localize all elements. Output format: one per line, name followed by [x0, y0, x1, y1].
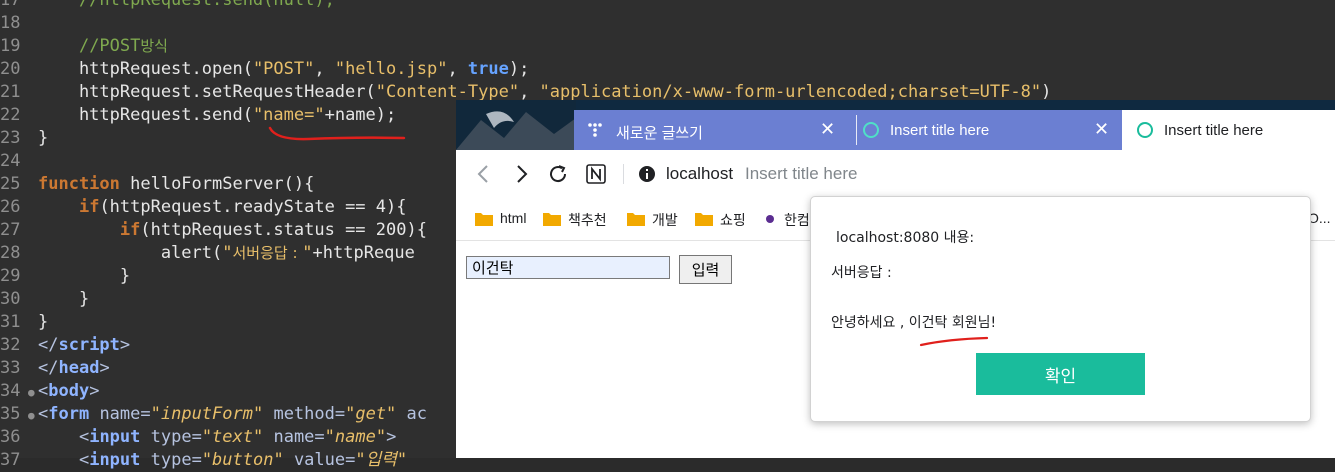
loading-ring-icon	[1137, 122, 1153, 138]
alert-origin: localhost:8080 내용:	[836, 230, 975, 246]
address-host[interactable]: localhost	[666, 164, 733, 184]
code-comment-ko: 방식	[140, 37, 168, 55]
reload-icon[interactable]	[546, 162, 570, 186]
code-comment: //httpRequest.send(null);	[38, 0, 335, 10]
browser-toolbar: localhost Insert title here	[456, 150, 1335, 198]
close-icon[interactable]: ✕	[1094, 119, 1109, 140]
code-line-20: 20 httpRequest.open("POST", "hello.jsp",…	[0, 59, 530, 79]
folder-icon	[695, 213, 713, 226]
alert-message-line-2: 안녕하세요 , 이건탁 회원님!	[831, 315, 997, 331]
address-page-title[interactable]: Insert title here	[745, 164, 857, 184]
tab-new-post[interactable]: 새로운 글쓰기 ✕	[574, 110, 848, 150]
code-line-18: 18	[0, 13, 21, 33]
name-input[interactable]	[466, 256, 670, 279]
fold-marker-icon[interactable]: ●	[28, 404, 38, 427]
code-line-19: 19 //POST방식	[0, 36, 168, 56]
tistory-dots-icon	[588, 123, 602, 137]
folder-icon	[475, 213, 493, 226]
code-line-17: 17 //httpRequest.send(null);	[0, 0, 1335, 12]
hancom-dot-icon	[766, 215, 774, 223]
folder-icon	[627, 213, 645, 226]
close-icon[interactable]: ✕	[820, 119, 835, 140]
alert-dialog: localhost:8080 내용: 서버응답 : 안녕하세요 , 이건탁 회원…	[810, 196, 1311, 422]
back-arrow-icon[interactable]	[472, 162, 496, 186]
info-icon[interactable]	[638, 165, 656, 183]
tab-label: 새로운 글쓰기	[616, 125, 703, 142]
submit-button[interactable]: 입력	[679, 255, 732, 284]
wallpaper-graphic	[456, 100, 576, 150]
folder-icon	[543, 213, 561, 226]
tab-label: Insert title here	[890, 122, 990, 139]
tab-strip: 새로운 글쓰기 ✕ Insert title here ✕ Insert tit…	[456, 100, 1335, 150]
red-underline-annotation	[268, 126, 406, 141]
fold-marker-icon[interactable]: ●	[28, 381, 38, 404]
naver-n-icon[interactable]	[584, 162, 608, 186]
code-comment: //POST	[78, 36, 141, 56]
forward-arrow-icon[interactable]	[509, 162, 533, 186]
loading-ring-icon	[863, 122, 879, 138]
tab-insert-title-active[interactable]: Insert title here	[1122, 110, 1335, 150]
alert-message-line-1: 서버응답 :	[831, 265, 892, 281]
red-underline-annotation	[919, 336, 989, 347]
alert-ok-button[interactable]: 확인	[976, 353, 1145, 395]
tab-label: Insert title here	[1164, 122, 1264, 139]
tab-insert-title-1[interactable]: Insert title here ✕	[848, 110, 1122, 150]
